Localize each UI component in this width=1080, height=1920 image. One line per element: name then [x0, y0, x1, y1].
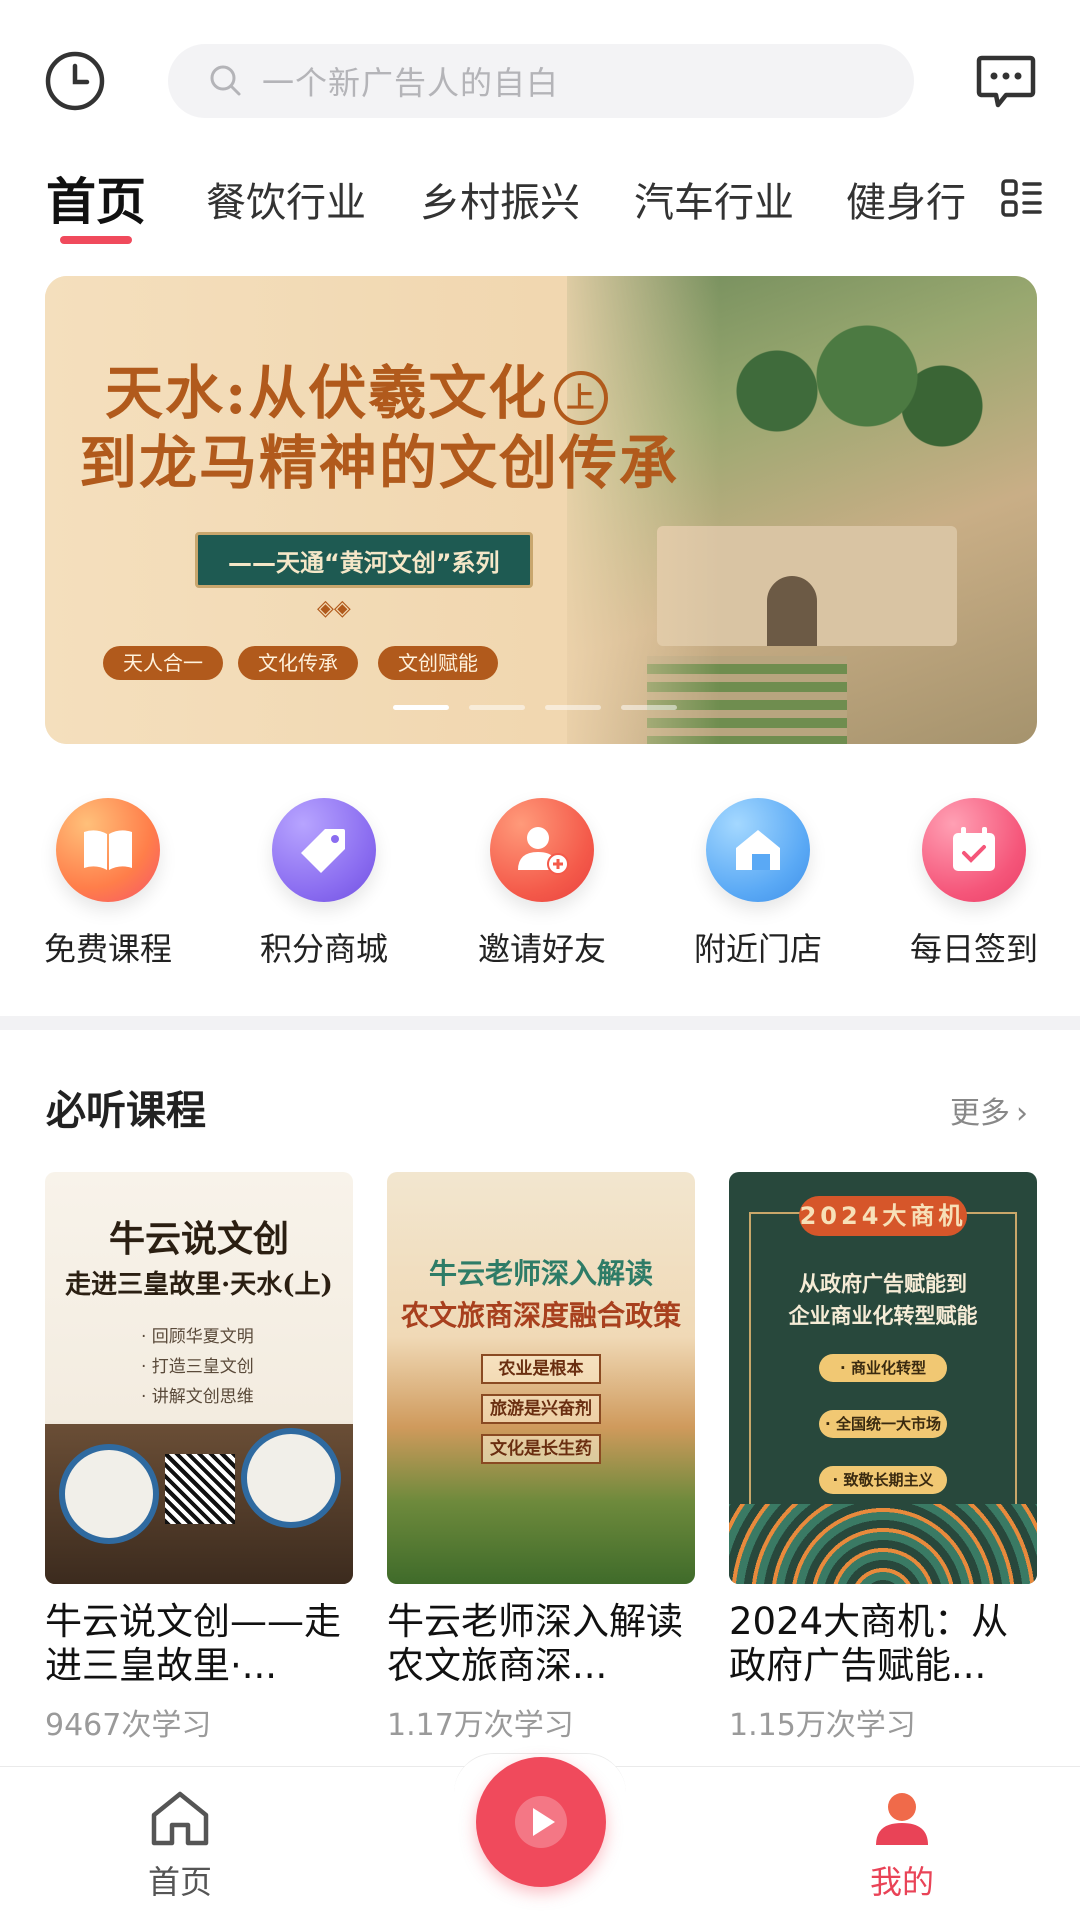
quick-entry-row: 免费课程 积分商城 邀请好友 附近门店 每日签到	[0, 790, 1080, 980]
message-icon[interactable]	[976, 54, 1036, 110]
banner-part-badge: 上	[554, 371, 609, 425]
banner-title: 天水:从伏羲文化上 到龙马精神的文创传承	[79, 359, 680, 497]
banner-tag: 文化传承	[238, 646, 358, 680]
banner-carousel[interactable]: 天水:从伏羲文化上 到龙马精神的文创传承 ——天通“黄河文创”系列 ◈◈ 天人合…	[45, 276, 1037, 744]
history-clock-icon[interactable]	[44, 50, 106, 112]
course-title: 牛云说文创——走进三皇故里·...	[45, 1600, 341, 1687]
section-divider	[0, 1016, 1080, 1030]
course-card[interactable]: 2024大商机 从政府广告赋能到 企业商业化转型赋能 · 商业化转型 · 全国统…	[729, 1172, 1037, 1744]
carousel-dot[interactable]	[621, 705, 677, 710]
carousel-dot[interactable]	[469, 705, 525, 710]
course-list: 牛云说文创 走进三皇故里·天水(上) · 回顾华夏文明 · 打造三皇文创 · 讲…	[0, 1172, 1080, 1752]
quick-points-mall[interactable]: 积分商城	[234, 790, 414, 970]
search-placeholder: 一个新广告人的自白	[262, 64, 560, 102]
store-icon	[706, 798, 810, 902]
course-cover: 牛云老师深入解读 农文旅商深度融合政策 农业是根本 旅游是兴奋剂 文化是长生药	[387, 1172, 695, 1584]
course-study-count: 1.17万次学习	[387, 1708, 574, 1743]
tag-icon	[272, 798, 376, 902]
tab-catering[interactable]: 餐饮行业	[206, 170, 366, 228]
book-icon	[56, 798, 160, 902]
course-study-count: 1.15万次学习	[729, 1708, 916, 1743]
course-study-count: 9467次学习	[45, 1708, 212, 1743]
play-button[interactable]	[476, 1757, 606, 1887]
quick-invite-friends[interactable]: 邀请好友	[452, 790, 632, 970]
banner-series-label: ——天通“黄河文创”系列	[195, 532, 533, 588]
tab-automotive[interactable]: 汽车行业	[634, 170, 794, 228]
nav-home[interactable]: 首页	[100, 1789, 260, 1903]
category-menu-icon[interactable]	[1000, 178, 1044, 218]
quick-nearby-stores[interactable]: 附近门店	[668, 790, 848, 970]
active-tab-indicator	[60, 236, 132, 244]
more-link[interactable]: 更多 ›	[950, 1088, 1028, 1132]
course-card[interactable]: 牛云老师深入解读 农文旅商深度融合政策 农业是根本 旅游是兴奋剂 文化是长生药 …	[387, 1172, 695, 1744]
home-icon	[151, 1791, 209, 1846]
nav-mine[interactable]: 我的	[822, 1789, 982, 1903]
carousel-dot[interactable]	[545, 705, 601, 710]
course-cover: 2024大商机 从政府广告赋能到 企业商业化转型赋能 · 商业化转型 · 全国统…	[729, 1172, 1037, 1584]
play-icon	[515, 1796, 567, 1848]
add-user-icon	[490, 798, 594, 902]
section-title: 必听课程	[46, 1088, 206, 1134]
tab-home[interactable]: 首页	[46, 162, 146, 234]
tab-fitness[interactable]: 健身行	[846, 170, 966, 228]
user-icon	[876, 1793, 928, 1845]
calendar-check-icon	[922, 798, 1026, 902]
course-cover: 牛云说文创 走进三皇故里·天水(上) · 回顾华夏文明 · 打造三皇文创 · 讲…	[45, 1172, 353, 1584]
top-bar: 一个新广告人的自白	[0, 0, 1080, 150]
search-bar[interactable]: 一个新广告人的自白	[168, 44, 914, 118]
bottom-navigation: 首页 我的	[0, 1753, 1080, 1920]
chevron-right-icon: ›	[1016, 1096, 1028, 1131]
carousel-dot[interactable]	[393, 705, 449, 710]
course-card[interactable]: 牛云说文创 走进三皇故里·天水(上) · 回顾华夏文明 · 打造三皇文创 · 讲…	[45, 1172, 353, 1744]
course-title: 2024大商机：从政府广告赋能...	[729, 1600, 1009, 1687]
category-tabs: 首页 餐饮行业 乡村振兴 汽车行业 健身行	[0, 160, 1080, 250]
search-icon	[210, 65, 241, 96]
banner-ornament-icon: ◈◈	[317, 596, 351, 621]
quick-daily-checkin[interactable]: 每日签到	[884, 790, 1064, 970]
course-title: 牛云老师深入解读农文旅商深...	[387, 1600, 683, 1687]
quick-free-courses[interactable]: 免费课程	[18, 790, 198, 970]
carousel-indicator	[393, 705, 677, 710]
banner-tag: 天人合一	[103, 646, 223, 680]
tab-rural-revitalization[interactable]: 乡村振兴	[420, 170, 580, 228]
banner-tag: 文创赋能	[378, 646, 498, 680]
